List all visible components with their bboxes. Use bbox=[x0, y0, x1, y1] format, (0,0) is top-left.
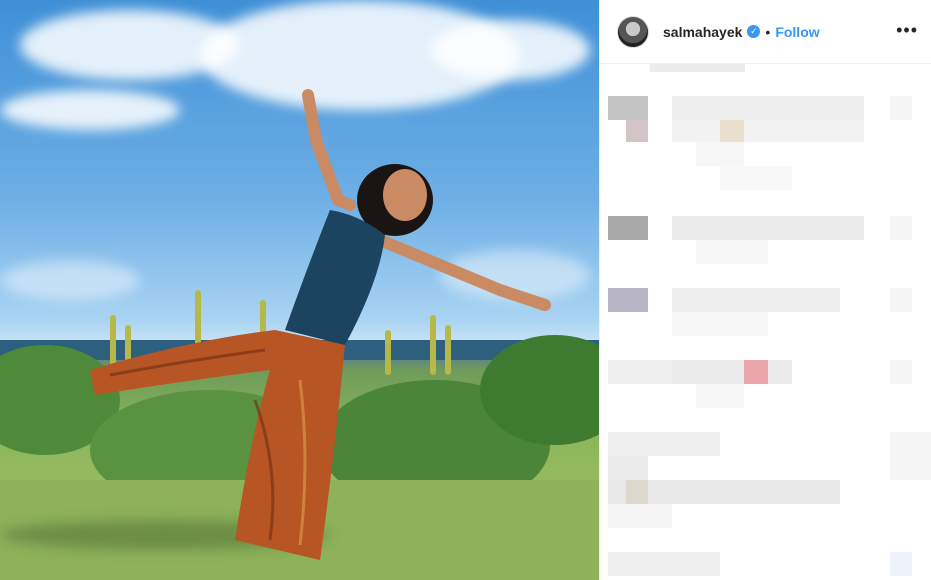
verified-badge-icon: ✓ bbox=[747, 25, 761, 38]
post-side-panel: salmahayek ✓ • Follow ••• bbox=[599, 0, 931, 580]
post-photo[interactable] bbox=[0, 0, 599, 580]
username-link[interactable]: salmahayek bbox=[663, 24, 742, 40]
more-options-icon[interactable]: ••• bbox=[896, 20, 918, 41]
post-header: salmahayek ✓ • Follow ••• bbox=[600, 0, 931, 64]
follow-button[interactable]: Follow bbox=[775, 24, 819, 40]
avatar[interactable] bbox=[617, 15, 649, 48]
separator-dot: • bbox=[765, 23, 771, 40]
instagram-post-view: salmahayek ✓ • Follow ••• bbox=[0, 0, 931, 580]
dancer-figure bbox=[90, 89, 551, 560]
